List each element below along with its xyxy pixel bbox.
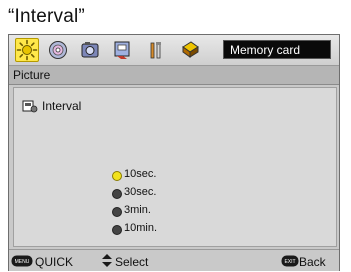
option-label: 30sec.	[124, 186, 157, 198]
memory-card-label: Memory card	[223, 40, 331, 59]
screen-caption: “Interval”	[8, 6, 85, 27]
radio-unselected-icon	[112, 207, 122, 217]
section-title: Picture	[13, 68, 51, 82]
help-bar: MENU QUICK Select EXIT Back	[9, 249, 339, 271]
option-label: 10min.	[124, 222, 158, 234]
radio-unselected-icon	[112, 189, 122, 199]
svg-text:MENU: MENU	[15, 259, 30, 265]
radio-selected-icon	[112, 171, 122, 181]
document-icon[interactable]	[111, 39, 133, 61]
tv-menu-screen: Memory card Picture Interval 10sec. 30se…	[8, 34, 340, 271]
svg-text:EXIT: EXIT	[284, 259, 295, 265]
back-label: Back	[299, 255, 326, 269]
quick-label: QUICK	[35, 255, 74, 269]
option-label: 3min.	[124, 204, 151, 216]
menu-tab-bar: Memory card	[9, 35, 339, 66]
tools-icon[interactable]	[145, 39, 167, 61]
interval-settings-icon	[22, 98, 38, 114]
sun-settings-icon[interactable]	[15, 38, 39, 62]
interval-panel: Interval 10sec. 30sec. 3min. 10min.	[13, 87, 337, 247]
section-bar: Picture	[9, 66, 339, 85]
camera-icon[interactable]	[79, 39, 101, 61]
disc-icon[interactable]	[47, 39, 69, 61]
select-label: Select	[115, 255, 149, 269]
up-down-arrows-icon	[101, 254, 113, 267]
radio-unselected-icon	[112, 225, 122, 235]
panel-heading-text: Interval	[42, 99, 82, 113]
memory-card-icon[interactable]	[179, 39, 201, 61]
menu-button-icon: MENU	[11, 254, 33, 267]
option-label: 10sec.	[124, 168, 157, 180]
